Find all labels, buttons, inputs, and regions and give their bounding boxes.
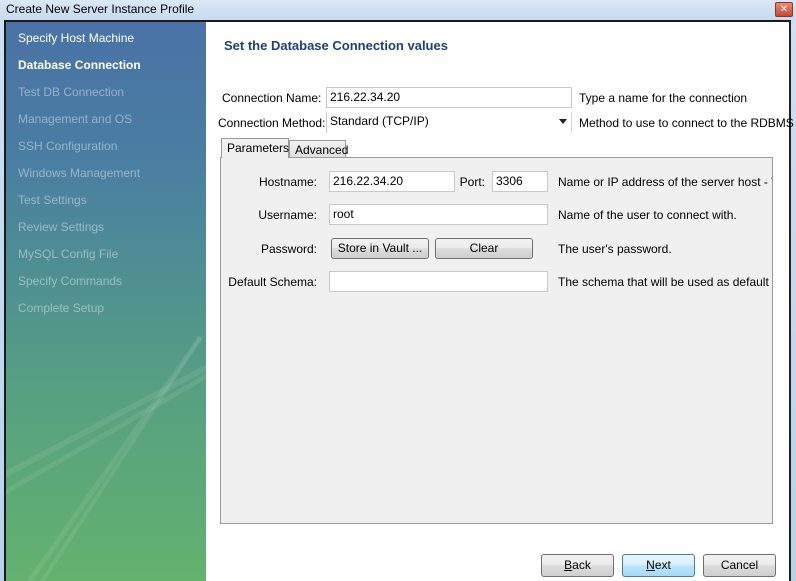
step-ssh-configuration: SSH Configuration xyxy=(18,139,118,153)
step-database-connection: Database Connection xyxy=(18,58,141,72)
step-mysql-config-file: MySQL Config File xyxy=(18,247,119,261)
default-schema-label: Default Schema: xyxy=(228,275,317,289)
back-button[interactable]: Back xyxy=(541,554,614,577)
step-test-settings: Test Settings xyxy=(18,193,87,207)
hostname-label: Hostname: xyxy=(258,175,317,189)
clear-password-button[interactable]: Clear xyxy=(435,238,533,259)
close-x-icon: ✕ xyxy=(779,4,789,15)
cancel-button[interactable]: Cancel xyxy=(703,554,776,577)
next-mnemonic: N xyxy=(646,558,655,572)
username-label: Username: xyxy=(258,208,317,222)
connection-method-value: Standard (TCP/IP) xyxy=(330,114,429,128)
store-in-vault-button[interactable]: Store in Vault ... xyxy=(331,238,429,259)
step-complete-setup: Complete Setup xyxy=(18,301,105,315)
back-mnemonic: B xyxy=(564,558,573,572)
next-label: ext xyxy=(654,558,671,572)
default-schema-input[interactable] xyxy=(329,271,548,292)
username-input[interactable]: root xyxy=(329,204,548,225)
wizard-steps-sidebar: Specify Host Machine Database Connection… xyxy=(6,22,206,581)
step-test-db-connection: Test DB Connection xyxy=(18,85,125,99)
back-label: ack xyxy=(572,558,591,572)
connection-method-label: Connection Method: xyxy=(218,116,326,130)
tab-parameters[interactable]: Parameters xyxy=(221,138,289,158)
connection-method-select[interactable]: Standard (TCP/IP) xyxy=(326,112,572,133)
step-management-and-os: Management and OS xyxy=(18,112,133,126)
port-input[interactable]: 3306 xyxy=(492,171,548,192)
step-windows-management: Windows Management xyxy=(18,166,141,180)
page-title: Set the Database Connection values xyxy=(224,38,448,53)
password-label: Password: xyxy=(260,242,317,256)
next-button[interactable]: Next xyxy=(622,554,695,577)
hostname-input[interactable]: 216.22.34.20 xyxy=(329,171,455,192)
step-specify-host-machine: Specify Host Machine xyxy=(18,31,135,45)
step-specify-commands: Specify Commands xyxy=(18,274,123,288)
tab-advanced[interactable]: Advanced xyxy=(289,140,348,158)
window-title: Create New Server Instance Profile xyxy=(6,2,195,16)
default-schema-hint: The schema that will be used as default … xyxy=(558,275,772,289)
hostname-hint: Name or IP address of the server host - … xyxy=(558,175,772,189)
port-label: Port: xyxy=(459,175,485,189)
password-hint: The user's password. xyxy=(558,242,672,256)
window-titlebar: Create New Server Instance Profile ✕ xyxy=(0,0,796,20)
connection-name-input[interactable]: 216.22.34.20 xyxy=(326,87,572,108)
connection-name-label: Connection Name: xyxy=(222,91,322,105)
chevron-down-icon xyxy=(559,119,567,124)
close-window-button[interactable]: ✕ xyxy=(775,2,793,17)
step-review-settings: Review Settings xyxy=(18,220,105,234)
username-hint: Name of the user to connect with. xyxy=(558,208,737,222)
connection-name-hint: Type a name for the connection xyxy=(579,91,748,105)
connection-method-hint: Method to use to connect to the RDBMS xyxy=(579,116,794,130)
